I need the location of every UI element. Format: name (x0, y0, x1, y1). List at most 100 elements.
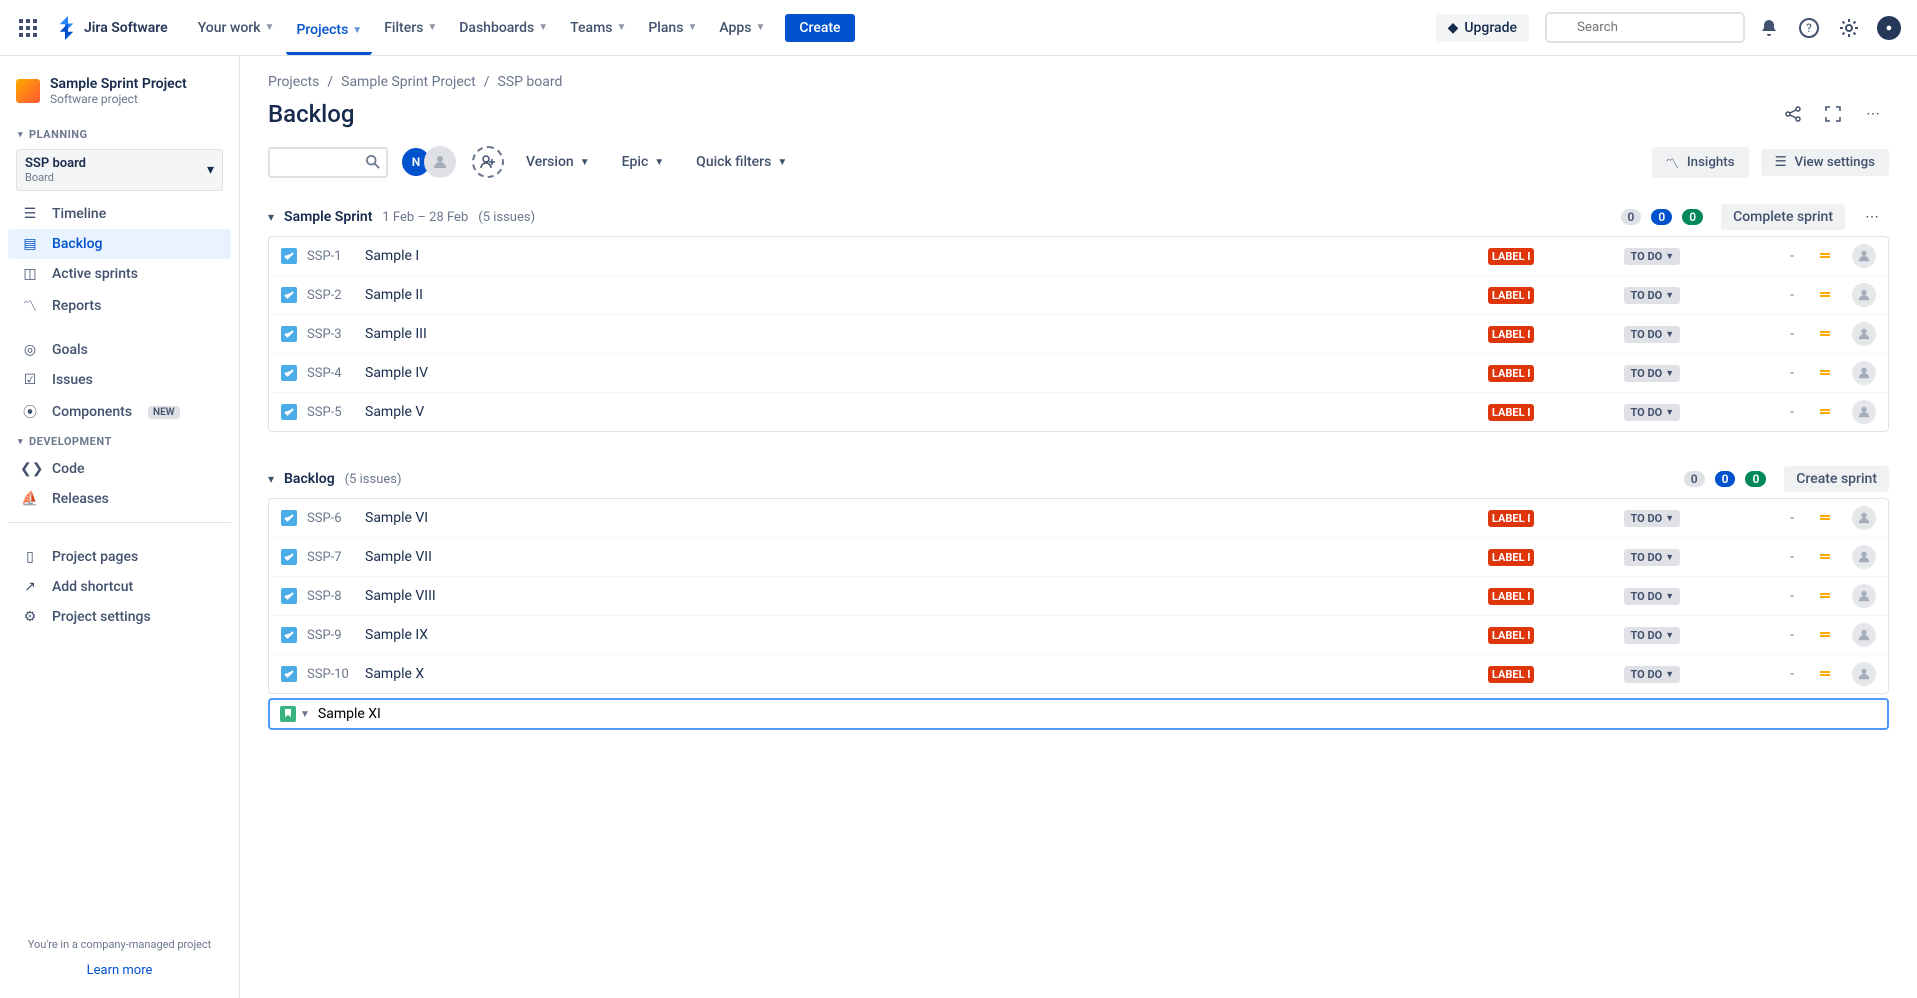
project-header[interactable]: Sample Sprint Project Software project (8, 72, 231, 122)
quick-filters[interactable]: Quick filters▼ (686, 148, 797, 176)
issue-status[interactable]: TO DO ▼ (1624, 404, 1680, 421)
breadcrumb-board[interactable]: SSP board (498, 74, 563, 90)
issue-status[interactable]: TO DO ▼ (1624, 287, 1680, 304)
todo-count-badge[interactable]: 0 (1621, 209, 1642, 225)
issue-row[interactable]: SSP-1Sample ILABEL ITO DO ▼- (269, 237, 1888, 276)
issue-label[interactable]: LABEL I (1488, 404, 1535, 421)
nav-plans[interactable]: Plans▼ (638, 14, 707, 42)
sidebar-item-components[interactable]: ⦿ComponentsNEW (8, 395, 231, 429)
board-selector[interactable]: SSP board Board ▾ (16, 149, 223, 191)
issue-status[interactable]: TO DO ▼ (1624, 549, 1680, 566)
epic-filter[interactable]: Epic▼ (612, 148, 675, 176)
inprogress-count-badge[interactable]: 0 (1651, 209, 1672, 225)
issue-status[interactable]: TO DO ▼ (1624, 510, 1680, 527)
issue-label[interactable]: LABEL I (1488, 248, 1535, 265)
issue-row[interactable]: SSP-9Sample IXLABEL ITO DO ▼- (269, 616, 1888, 655)
issue-status[interactable]: TO DO ▼ (1624, 588, 1680, 605)
share-icon[interactable] (1777, 98, 1809, 130)
issue-row[interactable]: SSP-6Sample VILABEL ITO DO ▼- (269, 499, 1888, 538)
planning-section[interactable]: ▾PLANNING (8, 122, 231, 147)
sidebar-item-active-sprints[interactable]: ◫Active sprints (8, 259, 231, 289)
unassigned-avatar[interactable] (424, 146, 456, 178)
learn-more-link[interactable]: Learn more (8, 959, 231, 982)
issue-status[interactable]: TO DO ▼ (1624, 365, 1680, 382)
create-button[interactable]: Create (785, 14, 854, 42)
issue-type-selector[interactable]: ▼ (280, 706, 310, 722)
issue-row[interactable]: SSP-7Sample VIILABEL ITO DO ▼- (269, 538, 1888, 577)
fullscreen-icon[interactable] (1817, 98, 1849, 130)
assignee-empty-icon[interactable] (1852, 506, 1876, 530)
jira-logo[interactable]: Jira Software (48, 16, 176, 40)
assignee-empty-icon[interactable] (1852, 244, 1876, 268)
issue-status[interactable]: TO DO ▼ (1624, 326, 1680, 343)
issue-label[interactable]: LABEL I (1488, 549, 1535, 566)
issue-status[interactable]: TO DO ▼ (1624, 666, 1680, 683)
sidebar-item-timeline[interactable]: ☰Timeline (8, 199, 231, 229)
assignee-empty-icon[interactable] (1852, 400, 1876, 424)
version-filter[interactable]: Version▼ (516, 148, 600, 176)
assignee-empty-icon[interactable] (1852, 662, 1876, 686)
issue-row[interactable]: SSP-2Sample IILABEL ITO DO ▼- (269, 276, 1888, 315)
sidebar-item-releases[interactable]: ⛵Releases (8, 484, 231, 514)
upgrade-button[interactable]: ◆ Upgrade (1436, 14, 1529, 42)
breadcrumb-projects[interactable]: Projects (268, 74, 319, 90)
issue-label[interactable]: LABEL I (1488, 365, 1535, 382)
assignee-empty-icon[interactable] (1852, 283, 1876, 307)
global-search-input[interactable] (1545, 12, 1745, 43)
issue-status[interactable]: TO DO ▼ (1624, 627, 1680, 644)
view-settings-button[interactable]: ☰View settings (1761, 149, 1889, 176)
complete-sprint-button[interactable]: Complete sprint (1721, 204, 1845, 230)
sidebar-item-goals[interactable]: ◎Goals (8, 335, 231, 365)
todo-count-badge[interactable]: 0 (1684, 471, 1705, 487)
more-icon[interactable]: ⋯ (1857, 98, 1889, 130)
issue-row[interactable]: SSP-8Sample VIIILABEL ITO DO ▼- (269, 577, 1888, 616)
issue-row[interactable]: SSP-10Sample XLABEL ITO DO ▼- (269, 655, 1888, 693)
create-issue-row[interactable]: ▼ (268, 698, 1889, 730)
assignee-empty-icon[interactable] (1852, 584, 1876, 608)
assignee-empty-icon[interactable] (1852, 361, 1876, 385)
done-count-badge[interactable]: 0 (1682, 209, 1703, 225)
done-count-badge[interactable]: 0 (1745, 471, 1766, 487)
issue-label[interactable]: LABEL I (1488, 588, 1535, 605)
issue-status[interactable]: TO DO ▼ (1624, 248, 1680, 265)
nav-filters[interactable]: Filters▼ (374, 14, 447, 42)
sidebar-item-project-pages[interactable]: ▯Project pages (8, 542, 231, 572)
help-icon[interactable]: ? (1793, 12, 1825, 44)
add-people-button[interactable] (472, 146, 504, 178)
nav-dashboards[interactable]: Dashboards▼ (449, 14, 558, 42)
insights-button[interactable]: 〽Insights (1652, 147, 1749, 178)
sidebar-item-issues[interactable]: ☑Issues (8, 365, 231, 395)
sidebar-item-code[interactable]: ❮❯Code (8, 454, 231, 484)
issue-label[interactable]: LABEL I (1488, 666, 1535, 683)
collapse-caret-icon[interactable]: ▾ (268, 210, 274, 224)
nav-your-work[interactable]: Your work▼ (188, 14, 285, 42)
new-issue-input[interactable] (318, 706, 1877, 722)
nav-apps[interactable]: Apps▼ (709, 14, 775, 42)
create-sprint-button[interactable]: Create sprint (1784, 466, 1889, 492)
assignee-empty-icon[interactable] (1852, 545, 1876, 569)
nav-teams[interactable]: Teams▼ (560, 14, 636, 42)
assignee-empty-icon[interactable] (1852, 322, 1876, 346)
breadcrumb-project[interactable]: Sample Sprint Project (341, 74, 476, 90)
issue-row[interactable]: SSP-5Sample VLABEL ITO DO ▼- (269, 393, 1888, 431)
profile-avatar[interactable]: ● (1873, 12, 1905, 44)
issue-row[interactable]: SSP-4Sample IVLABEL ITO DO ▼- (269, 354, 1888, 393)
sidebar-item-backlog[interactable]: ▤Backlog (8, 229, 231, 259)
issue-label[interactable]: LABEL I (1488, 510, 1535, 527)
sidebar-item-add-shortcut[interactable]: ↗Add shortcut (8, 572, 231, 602)
sidebar-item-reports[interactable]: 〽Reports (8, 289, 231, 323)
notifications-icon[interactable] (1753, 12, 1785, 44)
issue-label[interactable]: LABEL I (1488, 627, 1535, 644)
nav-projects[interactable]: Projects▼ (286, 16, 372, 55)
sprint-more-icon[interactable]: ⋯ (1855, 204, 1889, 230)
issue-row[interactable]: SSP-3Sample IIILABEL ITO DO ▼- (269, 315, 1888, 354)
inprogress-count-badge[interactable]: 0 (1715, 471, 1736, 487)
issue-label[interactable]: LABEL I (1488, 287, 1535, 304)
assignee-empty-icon[interactable] (1852, 623, 1876, 647)
collapse-caret-icon[interactable]: ▾ (268, 472, 274, 486)
settings-icon[interactable] (1833, 12, 1865, 44)
issue-label[interactable]: LABEL I (1488, 326, 1535, 343)
development-section[interactable]: ▾DEVELOPMENT (8, 429, 231, 454)
app-switcher-icon[interactable] (12, 12, 44, 44)
sidebar-item-project-settings[interactable]: ⚙Project settings (8, 602, 231, 632)
